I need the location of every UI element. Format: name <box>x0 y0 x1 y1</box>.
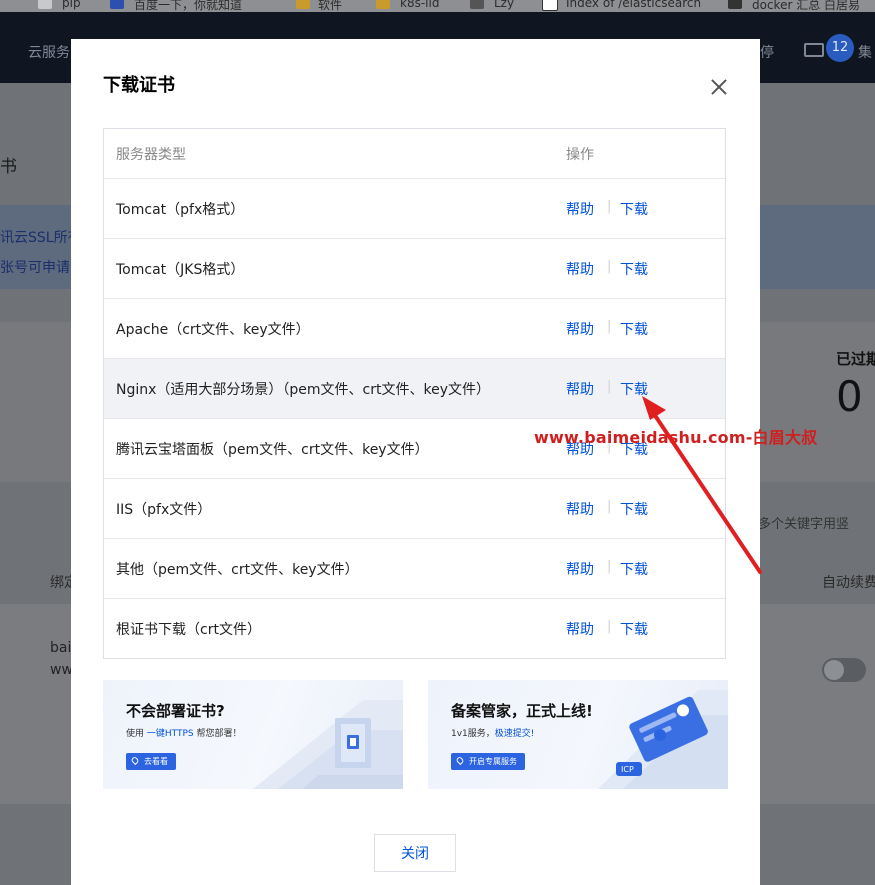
nav-brand[interactable]: 云服务 <box>28 42 70 62</box>
icp-filing-banner[interactable]: ICP 备案管家，正式上线! 1v1服务，极速提交! 开启专属服务 <box>428 680 728 789</box>
bookmark-item[interactable]: pip <box>62 0 81 10</box>
server-type-name: 其他（pem文件、crt文件、key文件） <box>116 562 359 578</box>
server-type-name: Tomcat（JKS格式） <box>116 262 245 278</box>
stat-value: 0 <box>836 372 863 421</box>
table-row: Tomcat（JKS格式） 帮助 | 下载 <box>104 239 725 299</box>
help-link[interactable]: 帮助 <box>566 619 594 639</box>
watermark-text: www.baimeidashu.com-白眉大叔 <box>534 428 818 447</box>
server-type-name: Apache（crt文件、key文件） <box>116 322 310 338</box>
table-row: 其他（pem文件、crt文件、key文件） 帮助 | 下载 <box>104 539 725 599</box>
download-link[interactable]: 下载 <box>620 379 648 399</box>
download-link[interactable]: 下载 <box>620 619 648 639</box>
help-link[interactable]: 帮助 <box>566 559 594 579</box>
help-link[interactable]: 帮助 <box>566 379 594 399</box>
help-link[interactable]: 帮助 <box>566 259 594 279</box>
divider: | <box>607 319 612 334</box>
bookmark-item[interactable]: docker 汇总 白居易 <box>752 0 860 12</box>
bookmark-item[interactable]: Index of /elasticsearch <box>566 0 701 10</box>
notice-text: 讯云SSL所有 <box>0 230 82 246</box>
divider: | <box>607 379 612 394</box>
svg-text:ICP: ICP <box>621 765 634 774</box>
column-header-action: 操作 <box>566 147 594 163</box>
column-header: 自动续费 <box>822 575 875 591</box>
search-input[interactable]: 多个关键字用竖 <box>758 513 849 532</box>
nav-item[interactable]: 集 <box>858 42 872 62</box>
start-service-button[interactable]: 开启专属服务 <box>451 753 525 770</box>
server-type-name: Tomcat（pfx格式） <box>116 202 245 218</box>
auto-renew-toggle[interactable] <box>822 658 866 682</box>
stat-label: 已过期 <box>836 350 875 368</box>
divider: | <box>607 199 612 214</box>
deploy-help-banner[interactable]: 不会部署证书? 使用 一键HTTPS 帮您部署！ 去看看 <box>103 680 403 789</box>
banner-subtitle: 使用 一键HTTPS 帮您部署！ <box>126 729 242 739</box>
download-link[interactable]: 下载 <box>620 499 648 519</box>
notification-badge: 12 <box>826 34 854 62</box>
server-type-table: 服务器类型 操作 Tomcat（pfx格式） 帮助 | 下载 Tomcat（JK… <box>103 128 726 659</box>
download-link[interactable]: 下载 <box>620 319 648 339</box>
column-header-server-type: 服务器类型 <box>116 147 186 163</box>
server-type-name: Nginx（适用大部分场景）（pem文件、crt文件、key文件） <box>116 382 490 398</box>
dialog-title: 下载证书 <box>103 75 175 96</box>
bookmark-item[interactable]: 百度一下，你就知道 <box>134 0 242 12</box>
avatar-icon <box>728 0 742 9</box>
help-link[interactable]: 帮助 <box>566 499 594 519</box>
page-icon <box>542 0 558 11</box>
banner-title: 不会部署证书? <box>126 702 225 720</box>
domain-text: bai <box>50 640 72 656</box>
domain-text: ww <box>50 662 73 678</box>
table-row: Apache（crt文件、key文件） 帮助 | 下载 <box>104 299 725 359</box>
download-certificate-dialog: 下载证书 服务器类型 操作 Tomcat（pfx格式） 帮助 | 下载 Tomc… <box>71 39 760 885</box>
help-link[interactable]: 帮助 <box>566 319 594 339</box>
bookmark-favicon-icon <box>38 0 52 9</box>
table-row: IIS（pfx文件） 帮助 | 下载 <box>104 479 725 539</box>
location-pin-icon <box>455 755 465 766</box>
divider: | <box>607 619 612 634</box>
mail-icon[interactable] <box>804 43 824 57</box>
baidu-icon <box>110 0 124 9</box>
folder-icon <box>296 0 310 9</box>
table-row-hovered: Nginx（适用大部分场景）（pem文件、crt文件、key文件） 帮助 | 下… <box>104 359 725 419</box>
notice-text: 张号可申请5 <box>0 260 79 276</box>
divider: | <box>607 499 612 514</box>
server-type-name: 根证书下载（crt文件） <box>116 622 261 638</box>
table-row: Tomcat（pfx格式） 帮助 | 下载 <box>104 179 725 239</box>
location-pin-icon <box>130 755 140 766</box>
go-see-button[interactable]: 去看看 <box>126 753 176 770</box>
close-button[interactable]: 关闭 <box>374 834 456 872</box>
banner-subtitle: 1v1服务，极速提交! <box>451 729 535 739</box>
table-header: 服务器类型 操作 <box>104 129 725 179</box>
nav-item[interactable]: 停 <box>760 42 774 62</box>
bookmarks-bar: pip 百度一下，你就知道 软件 k8s-iid Lzy Index of /e… <box>0 0 875 12</box>
close-icon[interactable] <box>709 77 729 97</box>
divider: | <box>607 559 612 574</box>
bookmark-item[interactable]: k8s-iid <box>400 0 439 10</box>
download-link[interactable]: 下载 <box>620 259 648 279</box>
divider: | <box>607 259 612 274</box>
bookmark-favicon-icon <box>470 0 484 9</box>
help-link[interactable]: 帮助 <box>566 199 594 219</box>
server-type-name: IIS（pfx文件） <box>116 502 212 518</box>
download-link[interactable]: 下载 <box>620 559 648 579</box>
bookmark-item[interactable]: Lzy <box>494 0 514 10</box>
bookmark-item[interactable]: 软件 <box>318 0 342 12</box>
server-type-name: 腾讯云宝塔面板（pem文件、crt文件、key文件） <box>116 442 429 458</box>
page-title: 书 <box>0 157 17 177</box>
download-link[interactable]: 下载 <box>620 199 648 219</box>
folder-icon <box>376 0 390 9</box>
table-row: 根证书下载（crt文件） 帮助 | 下载 <box>104 599 725 658</box>
banner-title: 备案管家，正式上线! <box>451 702 593 720</box>
